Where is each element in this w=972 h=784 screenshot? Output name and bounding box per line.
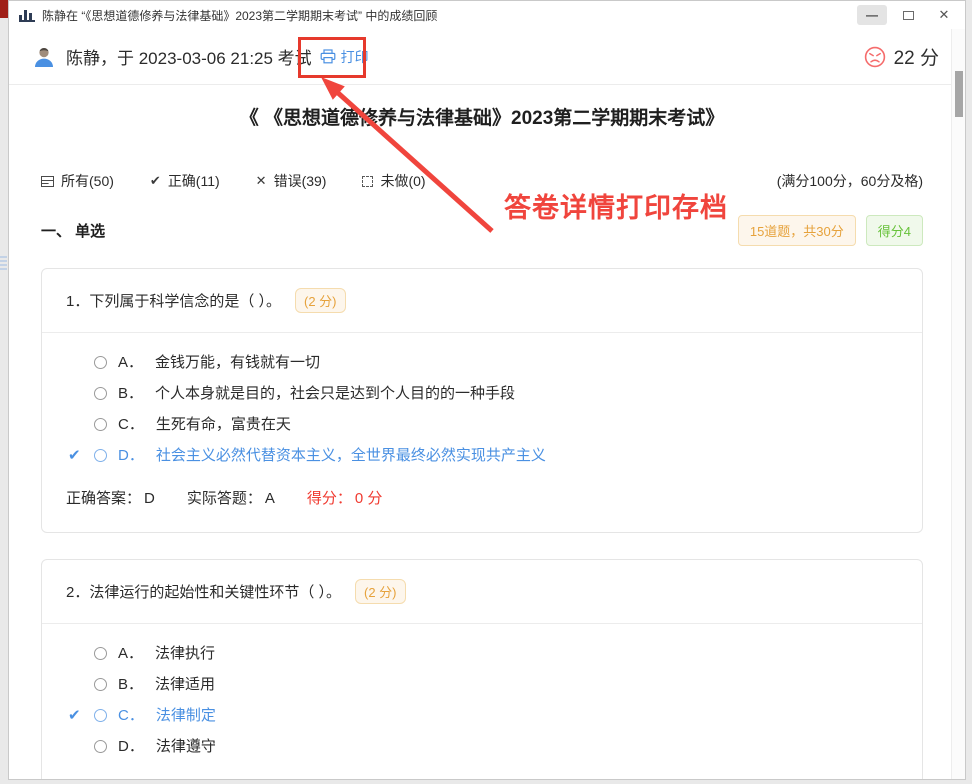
question-card-2: 2．法律运行的起始性和关键性环节（ ）。 (2 分) ✔ A． 法律执行 ✔ B… bbox=[41, 559, 923, 780]
annotation-text: 答卷详情打印存档 bbox=[504, 186, 728, 225]
app-header: 陈静，于 2023-03-06 21:25 考试 打印 22 分 bbox=[9, 29, 965, 85]
filter-tabs: 所有(50) ✔ 正确(11) ✕ 错误(39) 未做(0) (满分100分，6… bbox=[41, 171, 923, 191]
option-label: D． bbox=[118, 738, 144, 755]
correct-answer: 正确答案：C bbox=[66, 778, 155, 780]
option-text: 个人本身就是目的，社会只是达到个人目的的一种手段 bbox=[155, 385, 515, 402]
x-icon: ✕ bbox=[256, 173, 267, 189]
question-title: 1．下列属于科学信念的是（ ）。 bbox=[66, 290, 281, 311]
titlebar: 陈静在 “《思想道德修养与法律基础》2023第二学期期末考试” 中的成绩回顾 —… bbox=[9, 1, 965, 29]
points-badge: (2 分) bbox=[355, 579, 406, 604]
grid-icon bbox=[41, 176, 54, 187]
correct-answer: 正确答案：D bbox=[66, 487, 155, 508]
option-d[interactable]: ✔ D． 法律遵守 bbox=[66, 731, 898, 762]
option-c[interactable]: ✔ C． 生死有命，富贵在天 bbox=[66, 409, 898, 440]
tab-undone[interactable]: 未做(0) bbox=[362, 171, 425, 191]
minimize-button[interactable]: — bbox=[857, 5, 887, 25]
option-label: A． bbox=[118, 645, 143, 662]
radio-icon bbox=[94, 418, 107, 431]
maximize-button[interactable] bbox=[893, 5, 923, 25]
option-a[interactable]: ✔ A． 法律执行 bbox=[66, 638, 898, 669]
question-body: ✔ A． 法律执行 ✔ B． 法律适用 ✔ C． bbox=[42, 624, 922, 780]
option-label: B． bbox=[118, 676, 143, 693]
option-label: C． bbox=[118, 416, 144, 433]
section-score-badge: 得分4 bbox=[866, 215, 923, 246]
option-text: 法律适用 bbox=[155, 676, 215, 693]
tab-wrong-label: 错误(39) bbox=[274, 171, 327, 191]
dashed-square-icon bbox=[362, 176, 373, 187]
radio-icon bbox=[94, 678, 107, 691]
background-artifact bbox=[0, 256, 7, 270]
answer-row: 正确答案：D 实际答题：A 得分：0 分 bbox=[66, 487, 898, 508]
tab-correct-label: 正确(11) bbox=[168, 171, 220, 191]
option-b[interactable]: ✔ B． 个人本身就是目的，社会只是达到个人目的的一种手段 bbox=[66, 378, 898, 409]
check-icon: ✔ bbox=[68, 447, 81, 464]
window-title: 陈静在 “《思想道德修养与法律基础》2023第二学期期末考试” 中的成绩回顾 bbox=[42, 7, 857, 24]
radio-icon bbox=[94, 709, 107, 722]
bar-chart-icon bbox=[19, 9, 35, 22]
results-window: 陈静在 “《思想道德修养与法律基础》2023第二学期期末考试” 中的成绩回顾 —… bbox=[8, 0, 966, 780]
radio-icon bbox=[94, 387, 107, 400]
tab-undone-label: 未做(0) bbox=[380, 171, 425, 191]
question-body: ✔ A． 金钱万能，有钱就有一切 ✔ B． 个人本身就是目的，社会只是达到个人目… bbox=[42, 333, 922, 532]
sad-face-icon bbox=[864, 46, 886, 68]
print-highlight-box bbox=[298, 37, 366, 78]
option-text: 金钱万能，有钱就有一切 bbox=[155, 354, 320, 371]
question-score: 得分：0 分 bbox=[307, 778, 383, 780]
option-text: 法律制定 bbox=[156, 707, 216, 724]
user-avatar-icon bbox=[33, 46, 55, 68]
maximize-icon bbox=[903, 11, 914, 20]
score-rule: (满分100分，60分及格) bbox=[777, 171, 923, 191]
option-label: D． bbox=[118, 447, 144, 464]
exam-title: 《 《思想道德修养与法律基础》2023第二学期期末考试》 bbox=[41, 105, 923, 133]
check-icon: ✔ bbox=[68, 707, 81, 724]
option-text: 法律遵守 bbox=[156, 738, 216, 755]
radio-icon bbox=[94, 356, 107, 369]
tab-correct[interactable]: ✔ 正确(11) bbox=[150, 171, 220, 191]
option-b[interactable]: ✔ B． 法律适用 bbox=[66, 669, 898, 700]
option-label: C． bbox=[118, 707, 144, 724]
tab-wrong[interactable]: ✕ 错误(39) bbox=[256, 171, 327, 191]
radio-icon bbox=[94, 449, 107, 462]
section-header: 一、 单选 15道题，共30分 得分4 bbox=[41, 215, 923, 246]
content-area: 《 《思想道德修养与法律基础》2023第二学期期末考试》 所有(50) ✔ 正确… bbox=[9, 105, 965, 780]
option-text: 生死有命，富贵在天 bbox=[156, 416, 291, 433]
tab-all[interactable]: 所有(50) bbox=[41, 171, 114, 191]
actual-answer: 实际答题：A bbox=[187, 487, 275, 508]
option-text: 法律执行 bbox=[155, 645, 215, 662]
option-label: A． bbox=[118, 354, 143, 371]
total-score: 22 分 bbox=[894, 43, 939, 70]
background-artifact bbox=[0, 0, 8, 18]
actual-answer: 实际答题：A bbox=[187, 778, 275, 780]
option-c[interactable]: ✔ C． 法律制定 bbox=[66, 700, 898, 731]
question-card-1: 1．下列属于科学信念的是（ ）。 (2 分) ✔ A． 金钱万能，有钱就有一切 … bbox=[41, 268, 923, 533]
scrollbar-thumb[interactable] bbox=[955, 71, 963, 117]
section-title: 一、 单选 bbox=[41, 220, 105, 241]
option-label: B． bbox=[118, 385, 143, 402]
radio-icon bbox=[94, 740, 107, 753]
question-header: 2．法律运行的起始性和关键性环节（ ）。 (2 分) bbox=[42, 560, 922, 624]
option-d[interactable]: ✔ D． 社会主义必然代替资本主义，全世界最终必然实现共产主义 bbox=[66, 440, 898, 471]
user-exam-time: 陈静，于 2023-03-06 21:25 考试 bbox=[66, 44, 312, 69]
section-count-badge: 15道题，共30分 bbox=[738, 215, 856, 246]
question-score: 得分：0 分 bbox=[307, 487, 383, 508]
question-title: 2．法律运行的起始性和关键性环节（ ）。 bbox=[66, 581, 341, 602]
points-badge: (2 分) bbox=[295, 288, 346, 313]
option-text: 社会主义必然代替资本主义，全世界最终必然实现共产主义 bbox=[156, 447, 546, 464]
window-controls: — ✕ bbox=[857, 5, 959, 25]
radio-icon bbox=[94, 647, 107, 660]
screen: 陈静在 “《思想道德修养与法律基础》2023第二学期期末考试” 中的成绩回顾 —… bbox=[0, 0, 972, 784]
check-icon: ✔ bbox=[150, 173, 161, 189]
option-a[interactable]: ✔ A． 金钱万能，有钱就有一切 bbox=[66, 347, 898, 378]
vertical-scrollbar[interactable] bbox=[951, 29, 965, 779]
tab-all-label: 所有(50) bbox=[61, 171, 114, 191]
question-header: 1．下列属于科学信念的是（ ）。 (2 分) bbox=[42, 269, 922, 333]
answer-row: 正确答案：C 实际答题：A 得分：0 分 bbox=[66, 778, 898, 780]
close-button[interactable]: ✕ bbox=[929, 5, 959, 25]
